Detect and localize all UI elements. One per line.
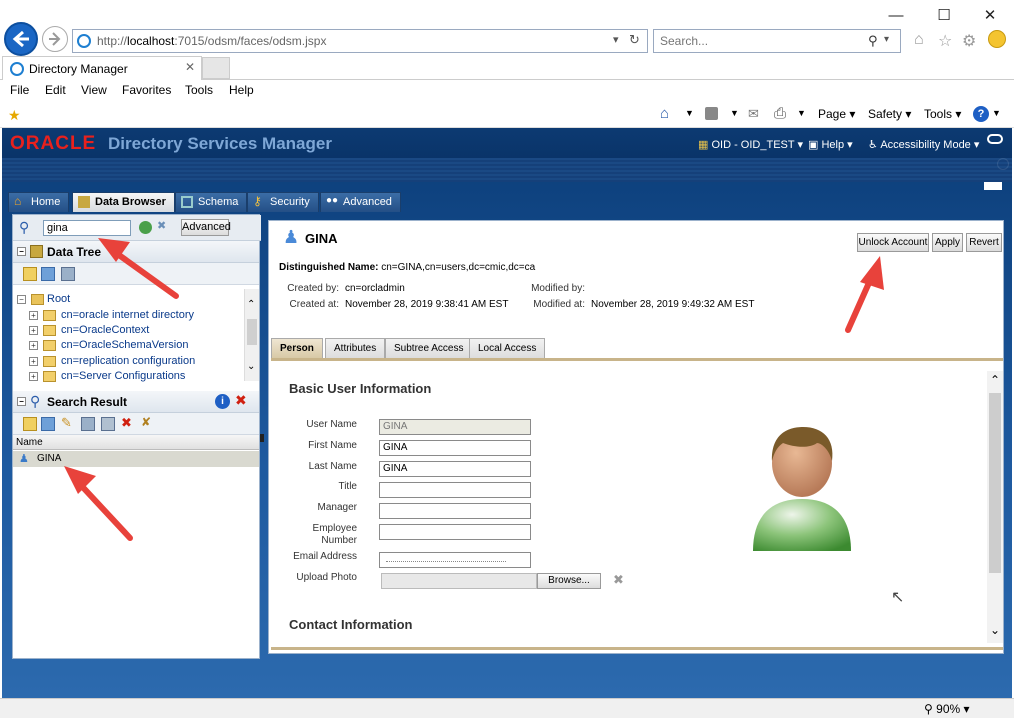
annotation-arrows	[64, 238, 884, 541]
arrow-head-result	[64, 466, 96, 494]
status-bar: ⚲ 90% ▾	[0, 698, 1014, 718]
arrow-to-search	[109, 247, 179, 299]
arrow-to-result	[75, 479, 133, 541]
zoom-icon: ⚲	[924, 702, 933, 716]
arrow-head-unlock	[860, 256, 884, 290]
zoom-control[interactable]: ⚲ 90% ▾	[924, 702, 970, 716]
